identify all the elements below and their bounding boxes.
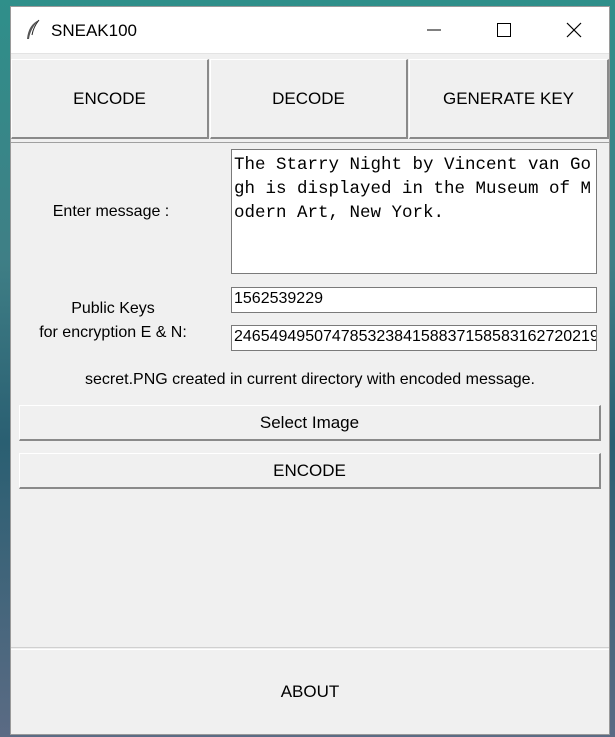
tab-encode[interactable]: ENCODE	[11, 59, 209, 139]
close-icon	[566, 22, 582, 38]
status-message: secret.PNG created in current directory …	[85, 371, 535, 388]
tab-decode[interactable]: DECODE	[210, 59, 408, 139]
divider	[11, 142, 609, 143]
maximize-button[interactable]	[469, 7, 539, 53]
key-n-input[interactable]: 2465494950747853238415883715858316272021…	[231, 325, 597, 351]
app-window: SNEAK100 ENCODE DECODE GENERATE KEY Ente…	[10, 6, 610, 735]
about-button[interactable]: ABOUT	[11, 649, 609, 734]
key-e-input[interactable]: 1562539229	[231, 287, 597, 313]
feather-icon	[25, 19, 41, 41]
title-bar: SNEAK100	[11, 7, 609, 54]
close-button[interactable]	[539, 7, 609, 53]
select-image-button[interactable]: Select Image	[19, 405, 601, 441]
message-textarea[interactable]: The Starry Night by Vincent van Gogh is …	[231, 149, 597, 274]
message-label: Enter message :	[52, 203, 170, 220]
public-keys-label: Public Keys for encryption E & N:	[25, 297, 201, 345]
window-title: SNEAK100	[51, 21, 137, 40]
public-keys-label-line2: for encryption E & N:	[39, 324, 187, 341]
maximize-icon	[497, 23, 511, 37]
encode-button[interactable]: ENCODE	[19, 453, 601, 489]
tab-generate-key[interactable]: GENERATE KEY	[409, 59, 609, 139]
minimize-icon	[427, 29, 441, 31]
minimize-button[interactable]	[399, 7, 469, 53]
public-keys-label-line1: Public Keys	[71, 300, 155, 317]
divider	[11, 647, 609, 648]
